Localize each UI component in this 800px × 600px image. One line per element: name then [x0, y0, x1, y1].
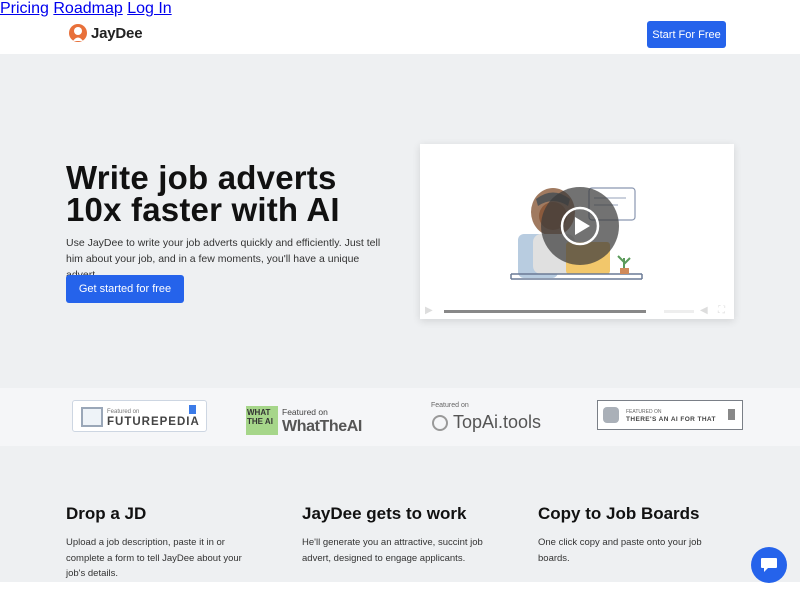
play-button[interactable]: [541, 187, 619, 265]
badge-name: THERE'S AN AI FOR THAT: [626, 416, 716, 423]
chat-bubble-icon: [761, 558, 777, 572]
whattheai-logo-square: WHAT THE AI: [246, 406, 278, 435]
badge-name: TopAi.tools: [453, 412, 542, 432]
badge-name: WhatTheAI: [282, 418, 362, 435]
step-description: One click copy and paste onto your job b…: [538, 537, 702, 564]
video-player[interactable]: ▶ ◀ ⛶: [420, 144, 734, 319]
featured-on-band: Featured on FUTUREPEDIA WHAT THE AI Feat…: [0, 388, 800, 446]
fullscreen-icon[interactable]: ⛶: [718, 306, 725, 316]
badge-featured-label: Featured on: [107, 409, 140, 415]
brand-name: JayDee: [91, 24, 143, 42]
badge-name: FUTUREPEDIA: [107, 416, 200, 428]
badge-featured-label: FEATURED ON: [626, 409, 662, 415]
step-title: Copy to Job Boards: [538, 504, 700, 523]
topai-logo-icon: [432, 415, 448, 431]
play-icon: [560, 206, 600, 246]
whattheai-badge[interactable]: WHAT THE AI Featured on WhatTheAI: [246, 406, 381, 437]
nav-link-roadmap[interactable]: Roadmap: [53, 0, 122, 17]
badge-featured-label: Featured on: [431, 402, 469, 409]
hero-section: Write job adverts 10x faster with AI Use…: [0, 54, 800, 388]
bookmark-icon: [728, 409, 735, 420]
hero-title: Write job adverts 10x faster with AI: [66, 159, 340, 228]
futurepedia-badge[interactable]: Featured on FUTUREPEDIA: [72, 400, 207, 432]
hero-title-line-1: Write job adverts: [66, 159, 337, 196]
theres-an-ai-for-that-badge[interactable]: FEATURED ON THERE'S AN AI FOR THAT: [597, 400, 743, 430]
step-title: Drop a JD: [66, 504, 147, 523]
control-play-icon[interactable]: ▶: [425, 306, 433, 316]
video-controls: ▶ ◀ ⛶: [420, 303, 734, 319]
get-started-button[interactable]: Get started for free: [66, 275, 184, 303]
step-description: Upload a job description, paste it in or…: [66, 537, 242, 579]
site-header: JayDee Pricing Roadmap Log In Start For …: [0, 0, 800, 54]
nav-link-login[interactable]: Log In: [127, 0, 171, 17]
arm-logo-icon: [603, 407, 619, 423]
chat-launcher-button[interactable]: [751, 547, 787, 583]
brand-logo[interactable]: JayDee: [68, 23, 143, 43]
step-copy-job-boards: Copy to Job Boards One click copy and pa…: [538, 504, 728, 566]
step-jaydee-works: JayDee gets to work He'll generate you a…: [302, 504, 492, 566]
nav-link-pricing[interactable]: Pricing: [0, 0, 49, 17]
futurepedia-logo-icon: [81, 407, 103, 427]
badge-featured-label: Featured on: [282, 407, 328, 417]
bookmark-icon: [189, 405, 196, 414]
video-progress-bar[interactable]: [444, 310, 646, 313]
logo-icon: [69, 24, 87, 42]
volume-slider[interactable]: [664, 310, 694, 313]
volume-icon[interactable]: ◀: [700, 306, 708, 316]
step-title: JayDee gets to work: [302, 504, 467, 523]
start-for-free-button[interactable]: Start For Free: [647, 21, 726, 48]
step-drop-jd: Drop a JD Upload a job description, past…: [66, 504, 256, 582]
topai-tools-badge[interactable]: Featured on TopAi.tools: [431, 402, 561, 434]
step-description: He'll generate you an attractive, succin…: [302, 537, 483, 564]
hero-title-line-2: 10x faster with AI: [66, 191, 340, 228]
how-it-works-section: Drop a JD Upload a job description, past…: [0, 446, 800, 582]
page-bottom-strip: [0, 582, 800, 600]
